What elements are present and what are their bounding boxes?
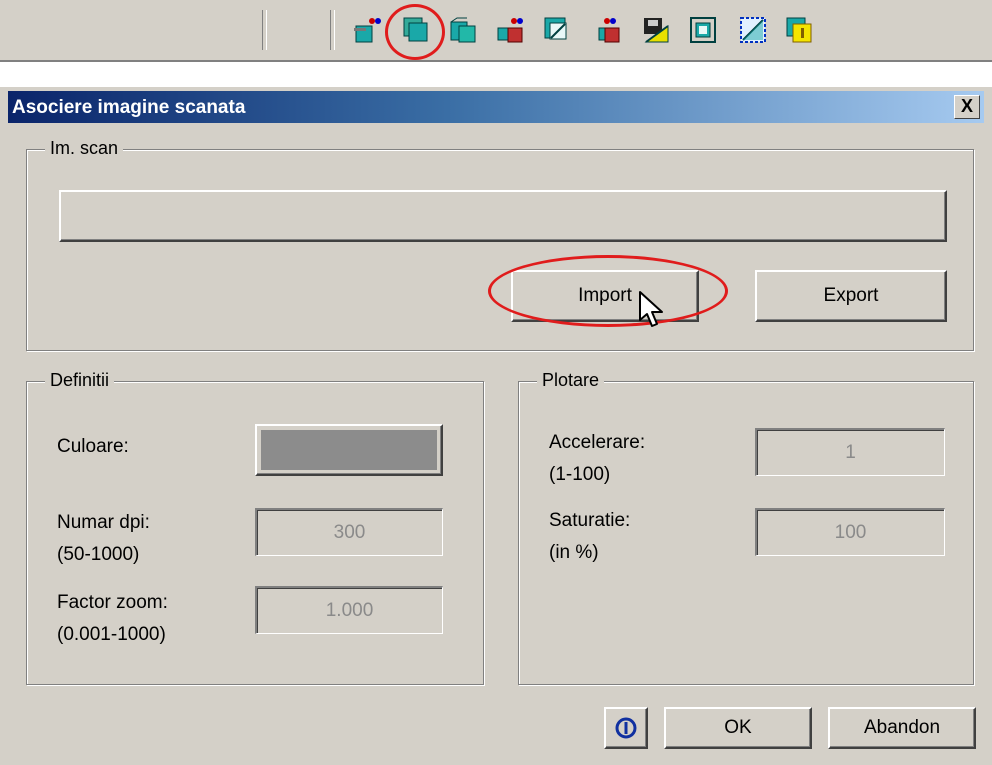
im-scan-group-label: Im. scan	[45, 138, 124, 159]
abandon-button[interactable]: Abandon	[828, 707, 976, 749]
export-button[interactable]: Export	[755, 270, 947, 322]
accelerare-label: Accelerare:	[549, 432, 646, 453]
scan-save-icon[interactable]	[640, 14, 672, 46]
scan-edit-icon[interactable]	[541, 14, 573, 46]
scan-crop-icon[interactable]	[737, 14, 769, 46]
toolbar-separator	[330, 10, 335, 50]
abandon-label: Abandon	[863, 717, 941, 738]
toolbar-highlight-circle	[385, 4, 445, 60]
help-button[interactable]	[604, 707, 648, 749]
close-button[interactable]: X	[954, 95, 980, 119]
dpi-range: (50-1000)	[57, 544, 140, 565]
scan-frame-icon[interactable]	[687, 14, 719, 46]
plotare-group: Plotare Accelerare: (1-100) 1 Saturatie:…	[518, 370, 974, 685]
close-icon: X	[960, 96, 973, 116]
scan-delete-icon[interactable]	[494, 14, 526, 46]
ok-button[interactable]: OK	[664, 707, 812, 749]
color-swatch	[261, 430, 437, 470]
accelerare-input[interactable]: 1	[755, 428, 945, 476]
scan-info-icon[interactable]	[783, 14, 815, 46]
dpi-value: 300	[333, 521, 366, 543]
saturatie-value: 100	[834, 521, 867, 543]
mouse-cursor-icon	[639, 291, 663, 327]
plotare-group-label: Plotare	[537, 370, 605, 391]
zoom-input[interactable]: 1.000	[255, 586, 443, 634]
zoom-label: Factor zoom:	[57, 592, 168, 613]
toolbar	[0, 0, 992, 62]
dpi-label: Numar dpi:	[57, 512, 150, 533]
culoare-label: Culoare:	[57, 436, 129, 457]
import-label: Import	[578, 285, 632, 306]
dialog-title: Asociere imagine scanata	[12, 97, 246, 118]
dpi-input[interactable]: 300	[255, 508, 443, 556]
culoare-color-button[interactable]	[255, 424, 443, 476]
associate-scan-dialog: Asociere imagine scanata X Im. scan Impo…	[0, 86, 992, 765]
scan-remove-icon[interactable]	[593, 14, 625, 46]
definitii-group-label: Definitii	[45, 370, 115, 391]
import-button[interactable]: Import	[511, 270, 699, 322]
definitii-group: Definitii Culoare: Numar dpi: (50-1000) …	[26, 370, 484, 685]
ok-label: OK	[724, 717, 752, 738]
toolbar-separator	[262, 10, 267, 50]
info-icon	[615, 717, 637, 739]
dialog-titlebar: Asociere imagine scanata X	[8, 91, 984, 123]
accelerare-range: (1-100)	[549, 464, 611, 485]
im-scan-group: Im. scan Import Export	[26, 138, 974, 351]
zoom-value: 1.000	[325, 599, 374, 621]
accelerare-value: 1	[845, 441, 856, 463]
scan-insert-icon[interactable]	[352, 14, 384, 46]
saturatie-range: (in %)	[549, 542, 599, 563]
export-label: Export	[823, 285, 879, 306]
saturatie-input[interactable]: 100	[755, 508, 945, 556]
scan-open-icon[interactable]	[447, 14, 479, 46]
zoom-range: (0.001-1000)	[57, 624, 166, 645]
saturatie-label: Saturatie:	[549, 510, 631, 531]
scan-path-button[interactable]	[59, 190, 947, 242]
